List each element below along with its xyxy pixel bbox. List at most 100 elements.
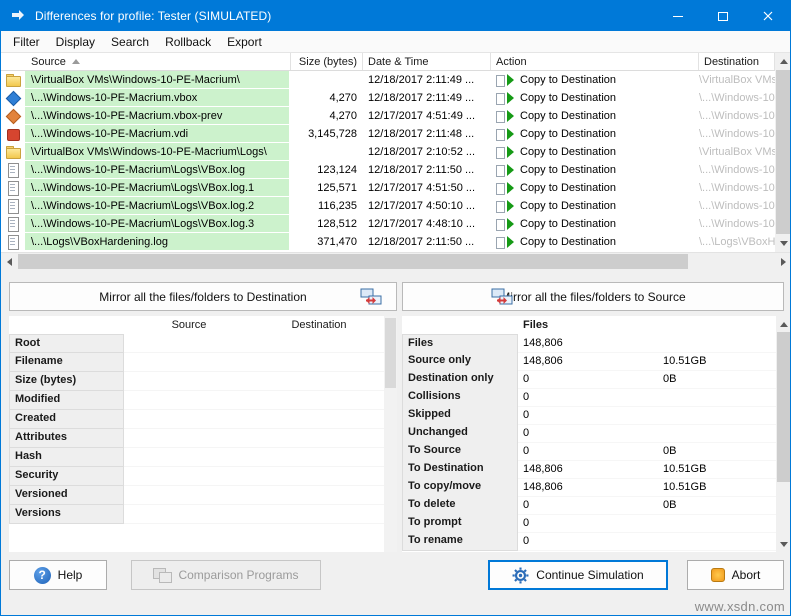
horizontal-scroll-thumb[interactable] xyxy=(18,254,688,269)
close-button[interactable] xyxy=(745,1,790,31)
property-label: Attributes xyxy=(9,429,124,448)
diff-row[interactable]: \...\Windows-10-PE-Macrium.vbox-prev 4,2… xyxy=(1,107,775,125)
action-label: Copy to Destination xyxy=(520,161,616,179)
property-source-value xyxy=(124,353,254,372)
diff-row[interactable]: \...\Windows-10-PE-Macrium\Logs\VBox.log… xyxy=(1,215,775,233)
properties-header-destination: Destination xyxy=(254,316,384,334)
source-path: \VirtualBox VMs\Windows-10-PE-Macrium\ xyxy=(25,71,291,89)
statistics-row: Collisions 0 xyxy=(402,388,776,406)
properties-scroll-thumb[interactable] xyxy=(385,318,396,388)
date-time: 12/18/2017 2:10:52 ... xyxy=(363,143,491,161)
vertical-scroll-thumb[interactable] xyxy=(776,70,791,234)
column-header-destination[interactable]: Destination xyxy=(699,53,775,70)
statistic-size xyxy=(658,406,776,425)
log-icon xyxy=(5,180,21,196)
maximize-icon xyxy=(718,12,728,21)
action-label: Copy to Destination xyxy=(520,125,616,143)
property-row: Versions xyxy=(9,505,384,524)
column-header-action[interactable]: Action xyxy=(491,53,699,70)
properties-scrollbar[interactable] xyxy=(384,316,397,552)
abort-button[interactable]: Abort xyxy=(687,560,784,590)
diff-row[interactable]: \...\Logs\VBoxHardening.log 371,470 12/1… xyxy=(1,233,775,251)
source-path: \VirtualBox VMs\Windows-10-PE-Macrium\Lo… xyxy=(25,143,291,161)
statistic-size: 10.51GB xyxy=(658,460,776,479)
file-size: 116,235 xyxy=(291,197,363,215)
titlebar[interactable]: Differences for profile: Tester (SIMULAT… xyxy=(1,1,790,31)
statistics-scroll-thumb[interactable] xyxy=(777,332,791,482)
mirror-to-source-button[interactable]: Mirror all the files/folders to Source xyxy=(402,282,784,311)
property-row: Attributes xyxy=(9,429,384,448)
statistic-count: 0 xyxy=(518,406,658,425)
menu-item[interactable]: Search xyxy=(103,32,157,52)
menu-item[interactable]: Filter xyxy=(5,32,48,52)
column-header-size[interactable]: Size (bytes) xyxy=(291,53,363,70)
statistics-row: To copy/move 148,806 10.51GB xyxy=(402,478,776,496)
statistic-size: 0B xyxy=(658,442,776,461)
copy-to-destination-icon xyxy=(495,92,516,105)
scroll-down-button[interactable] xyxy=(775,235,791,252)
diff-row[interactable]: \VirtualBox VMs\Windows-10-PE-Macrium\ 1… xyxy=(1,71,775,89)
mirror-computers-icon xyxy=(360,288,382,306)
scroll-right-button[interactable] xyxy=(775,253,791,270)
scroll-up-button[interactable] xyxy=(776,316,791,332)
property-source-value xyxy=(124,429,254,448)
diff-row[interactable]: \...\Windows-10-PE-Macrium\Logs\VBox.log… xyxy=(1,179,775,197)
property-row: Versioned xyxy=(9,486,384,505)
statistic-count: 0 xyxy=(518,496,658,515)
help-button[interactable]: ? Help xyxy=(9,560,107,590)
differences-window: Differences for profile: Tester (SIMULAT… xyxy=(0,0,791,616)
copy-to-destination-icon xyxy=(495,200,516,213)
property-destination-value xyxy=(254,467,384,486)
destination-path: \...\Windows-10 xyxy=(695,215,775,233)
diff-row[interactable]: \...\Windows-10-PE-Macrium\Logs\VBox.log… xyxy=(1,161,775,179)
copy-to-destination-icon xyxy=(495,218,516,231)
diff-row[interactable]: \...\Windows-10-PE-Macrium\Logs\VBox.log… xyxy=(1,197,775,215)
destination-path: \...\Windows-10 xyxy=(695,107,775,125)
statistics-row: To delete 0 0B xyxy=(402,496,776,514)
statistics-header: Files xyxy=(402,316,776,334)
property-label: Security xyxy=(9,467,124,486)
destination-path: \VirtualBox VMs xyxy=(695,143,775,161)
diff-row[interactable]: \VirtualBox VMs\Windows-10-PE-Macrium\Lo… xyxy=(1,143,775,161)
statistic-label: To rename xyxy=(402,532,518,551)
property-label: Versions xyxy=(9,505,124,524)
properties-header-blank xyxy=(9,316,124,334)
diff-row[interactable]: \...\Windows-10-PE-Macrium.vbox 4,270 12… xyxy=(1,89,775,107)
statistic-label: Unchanged xyxy=(402,424,518,443)
date-time: 12/17/2017 4:51:50 ... xyxy=(363,179,491,197)
menu-item[interactable]: Rollback xyxy=(157,32,219,52)
vbox-prev-icon xyxy=(5,108,21,124)
statistic-size: 10.51GB xyxy=(658,478,776,497)
statistic-count: 0 xyxy=(518,388,658,407)
column-header-datetime[interactable]: Date & Time xyxy=(363,53,491,70)
continue-simulation-button[interactable]: Continue Simulation xyxy=(488,560,668,590)
action-label: Copy to Destination xyxy=(520,179,616,197)
property-row: Hash xyxy=(9,448,384,467)
statistics-scrollbar[interactable] xyxy=(776,316,791,552)
property-row: Created xyxy=(9,410,384,429)
vbox-icon xyxy=(5,90,21,106)
table-header: Source Size (bytes) Date & Time Action D… xyxy=(1,53,775,71)
scroll-left-button[interactable] xyxy=(1,253,18,270)
statistics-row: Unchanged 0 xyxy=(402,424,776,442)
date-time: 12/17/2017 4:51:49 ... xyxy=(363,107,491,125)
minimize-button[interactable] xyxy=(655,1,700,31)
file-size: 123,124 xyxy=(291,161,363,179)
maximize-button[interactable] xyxy=(700,1,745,31)
scroll-up-button[interactable] xyxy=(775,53,791,70)
destination-path: \...\Windows-10 xyxy=(695,197,775,215)
menu-item[interactable]: Display xyxy=(48,32,103,52)
table-horizontal-scrollbar[interactable] xyxy=(1,252,791,269)
column-header-source[interactable]: Source xyxy=(1,53,291,70)
copy-to-destination-icon xyxy=(495,182,516,195)
file-size: 125,571 xyxy=(291,179,363,197)
mirror-to-destination-button[interactable]: Mirror all the files/folders to Destinat… xyxy=(9,282,397,311)
statistic-label: Collisions xyxy=(402,388,518,407)
menu-item[interactable]: Export xyxy=(219,32,270,52)
help-icon: ? xyxy=(34,567,51,584)
property-label: Hash xyxy=(9,448,124,467)
table-vertical-scrollbar[interactable] xyxy=(775,53,791,252)
scroll-down-button[interactable] xyxy=(776,536,791,552)
diff-row[interactable]: \...\Windows-10-PE-Macrium.vdi 3,145,728… xyxy=(1,125,775,143)
continue-simulation-label: Continue Simulation xyxy=(536,568,643,582)
